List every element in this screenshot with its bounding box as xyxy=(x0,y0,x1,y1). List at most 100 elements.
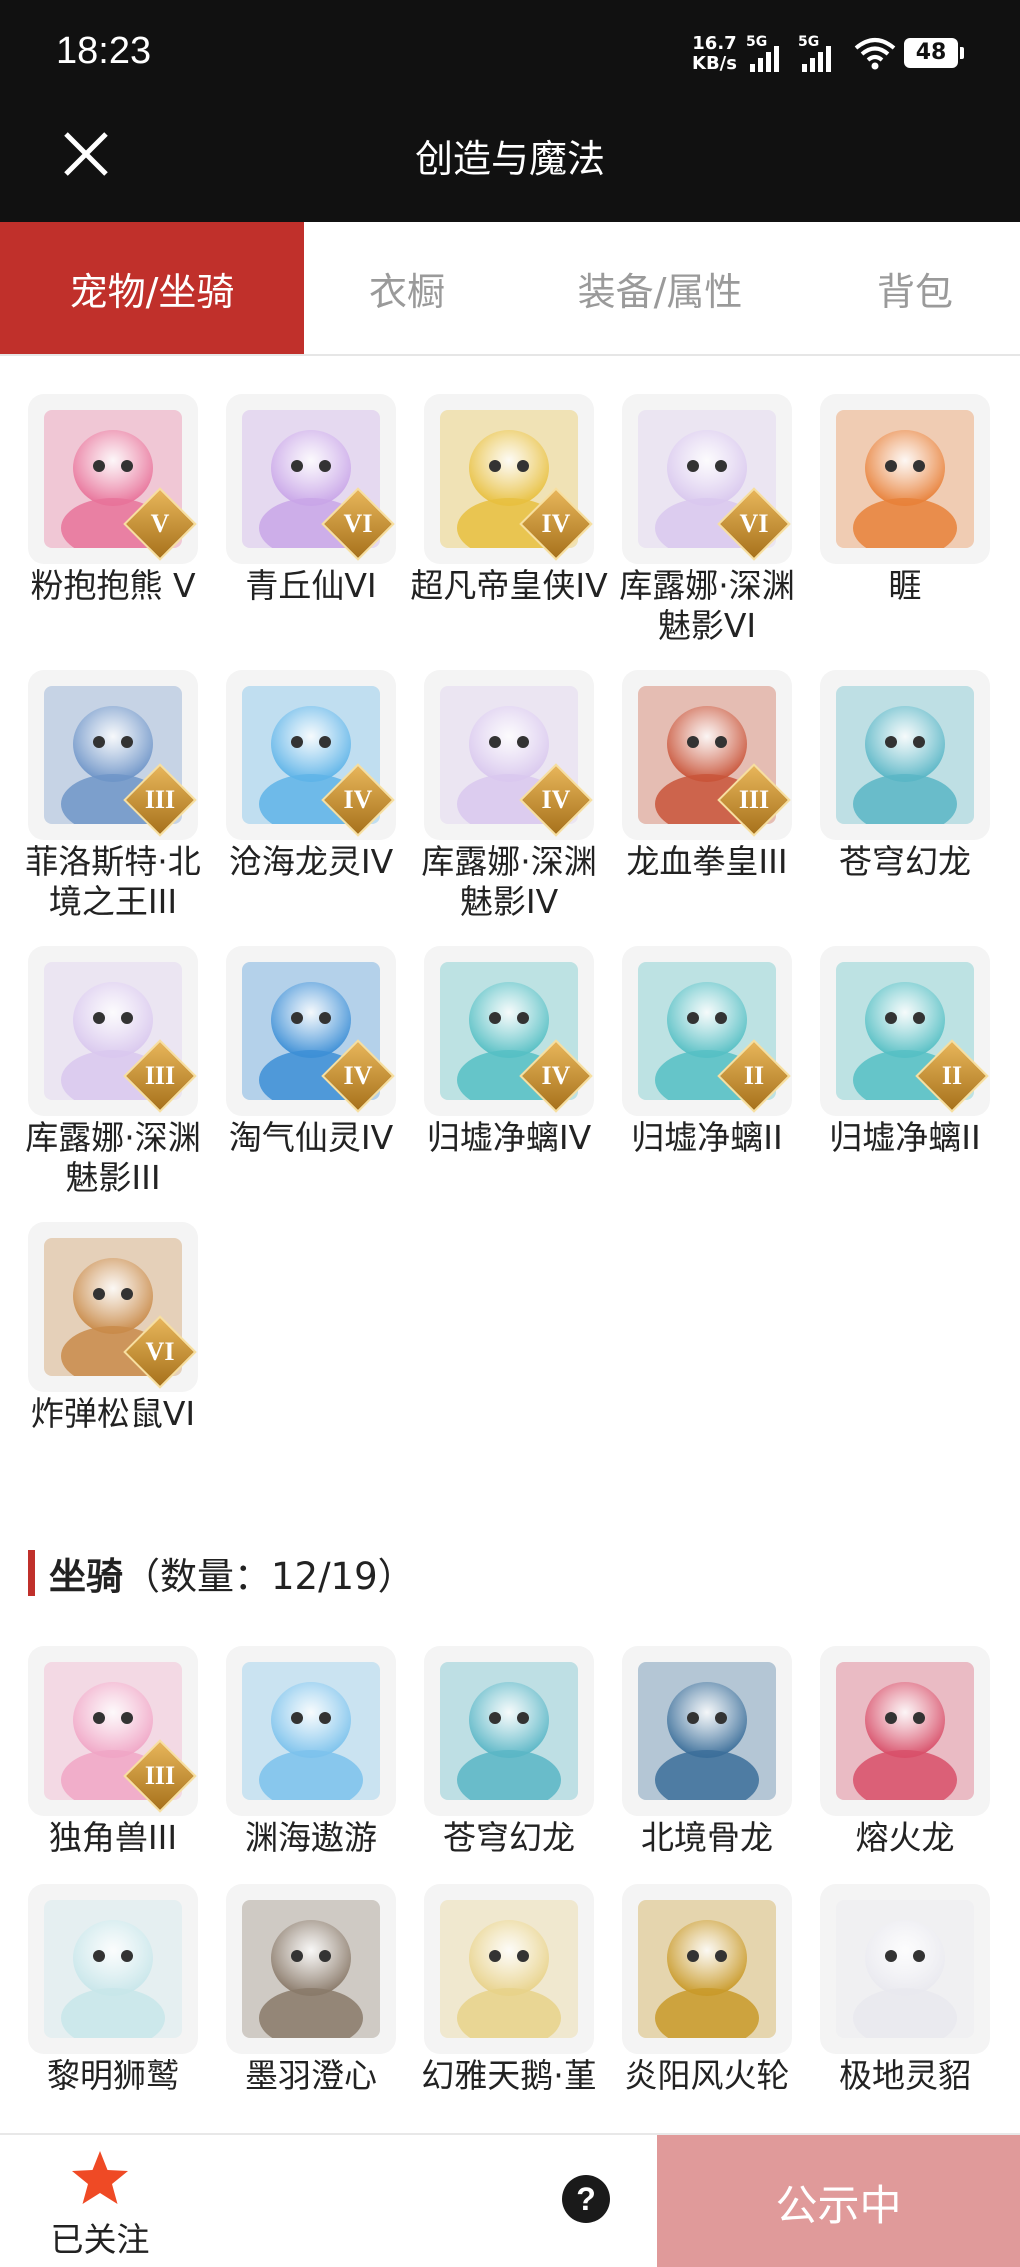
mount-name: 苍穹幻龙 xyxy=(443,1818,575,1857)
pet-name: 粉抱抱熊 V xyxy=(30,566,196,605)
mount-name: 炎阳风火轮 xyxy=(624,2056,790,2095)
pet-name: 归墟净螭II xyxy=(631,1118,783,1157)
mounts-section-header: 坐骑 （数量：12/19） xyxy=(28,1548,415,1598)
tab-equipment-attributes[interactable]: 装备/属性 xyxy=(510,222,810,354)
pet-card[interactable]: IV 库露娜·深渊魅影IV xyxy=(421,670,597,922)
status-time: 18:23 xyxy=(56,30,152,72)
pet-card[interactable]: III 菲洛斯特·北境之王III xyxy=(25,670,201,922)
pet-card[interactable]: IV 归墟净螭IV xyxy=(424,946,594,1158)
pet-name: 归墟净螭II xyxy=(829,1118,981,1157)
character-art-icon xyxy=(242,1662,380,1810)
pet-thumbnail: VI xyxy=(28,1222,198,1392)
tab-backpack[interactable]: 背包 xyxy=(810,222,1020,354)
mount-thumbnail xyxy=(226,1646,396,1816)
character-art-icon xyxy=(638,1900,776,2048)
pet-thumbnail: IV xyxy=(226,946,396,1116)
mount-name: 独角兽III xyxy=(48,1818,178,1857)
mount-card[interactable]: 苍穹幻龙 xyxy=(424,1646,594,1858)
mount-card[interactable]: 黎明狮鹫 xyxy=(28,1884,198,2096)
pet-name: 淘气仙灵IV xyxy=(228,1118,394,1157)
pet-card[interactable]: VI 炸弹松鼠VI xyxy=(28,1222,198,1434)
pet-thumbnail xyxy=(820,394,990,564)
pet-name: 菲洛斯特·北境之王III xyxy=(25,842,201,921)
network-rate-value: 16.7 xyxy=(692,33,737,54)
mount-card[interactable]: 熔火龙 xyxy=(820,1646,990,1858)
mount-thumbnail xyxy=(28,1884,198,2054)
mount-thumbnail: III xyxy=(28,1646,198,1816)
mount-name: 熔火龙 xyxy=(855,1818,955,1857)
pet-thumbnail: V xyxy=(28,394,198,564)
pet-card[interactable]: II 归墟净螭II xyxy=(820,946,990,1158)
mount-thumbnail xyxy=(424,1646,594,1816)
pet-thumbnail: II xyxy=(820,946,990,1116)
tier-badge-label: IV xyxy=(541,1061,571,1090)
mount-name: 渊海遨游 xyxy=(245,1818,377,1857)
mount-name: 北境骨龙 xyxy=(641,1818,773,1857)
pet-thumbnail: IV xyxy=(424,394,594,564)
mount-card[interactable]: 北境骨龙 xyxy=(622,1646,792,1858)
mount-thumbnail xyxy=(622,1646,792,1816)
pet-name: 沧海龙灵IV xyxy=(228,842,394,881)
tier-badge-label: VI xyxy=(739,509,769,538)
signal-icon: 5G xyxy=(798,34,838,72)
page-title: 创造与魔法 xyxy=(414,137,605,181)
star-icon xyxy=(72,2151,128,2204)
pet-name: 炸弹松鼠VI xyxy=(30,1394,196,1433)
character-art-icon xyxy=(836,1662,974,1810)
pet-thumbnail: III xyxy=(28,946,198,1116)
pet-card[interactable]: IV 沧海龙灵IV xyxy=(226,670,396,882)
pet-card[interactable]: IV 淘气仙灵IV xyxy=(226,946,396,1158)
pet-thumbnail: IV xyxy=(424,670,594,840)
battery-level: 48 xyxy=(915,40,947,65)
pet-card[interactable]: VI 青丘仙VI xyxy=(226,394,396,606)
character-art-icon xyxy=(638,1662,776,1810)
pet-name: 归墟净螭IV xyxy=(426,1118,592,1157)
pet-card[interactable]: VI 库露娜·深渊魅影VI xyxy=(619,394,795,646)
tier-badge-label: II xyxy=(743,1061,765,1090)
pet-name: 超凡帝皇侠IV xyxy=(410,566,608,605)
tier-badge-label: VI xyxy=(343,509,373,538)
pet-card[interactable]: II 归墟净螭II xyxy=(622,946,792,1158)
pet-name: 青丘仙VI xyxy=(245,566,377,605)
pet-name: 库露娜·深渊魅影IV xyxy=(421,842,597,921)
section-count: （数量：12/19） xyxy=(123,1555,415,1598)
pets-grid: V 粉抱抱熊 V VI 青丘仙VI IV 超凡帝皇侠IV VI 库露娜·深渊魅影VI 睚 III 菲… xyxy=(25,394,1020,1494)
tier-badge-label: III xyxy=(738,785,770,814)
pet-thumbnail: IV xyxy=(424,946,594,1116)
public-status-button[interactable]: 公示中 xyxy=(657,2135,1020,2267)
pet-card[interactable]: III 龙血拳皇III xyxy=(622,670,792,882)
tab-bar: 宠物/坐骑 衣橱 装备/属性 背包 xyxy=(0,222,1020,356)
title-bar: 创造与魔法 xyxy=(0,110,1020,222)
tab-wardrobe[interactable]: 衣橱 xyxy=(304,222,510,354)
sim2-label: 5G xyxy=(798,34,820,50)
follow-button[interactable]: 已关注 xyxy=(40,2149,160,2259)
follow-label: 已关注 xyxy=(50,2220,150,2259)
pet-card[interactable]: V 粉抱抱熊 V xyxy=(28,394,198,606)
tier-badge-label: III xyxy=(144,1061,176,1090)
mount-thumbnail xyxy=(820,1646,990,1816)
pet-card[interactable]: 睚 xyxy=(820,394,990,606)
signal-icon: 5G xyxy=(746,34,786,72)
pet-card[interactable]: 苍穹幻龙 xyxy=(820,670,990,882)
pet-name: 睚 xyxy=(888,566,922,605)
character-art-icon xyxy=(44,1900,182,2048)
pet-card[interactable]: III 库露娜·深渊魅影III xyxy=(25,946,201,1198)
network-rate-unit: KB/s xyxy=(692,53,737,74)
help-button[interactable]: ? xyxy=(562,2175,610,2223)
mount-card[interactable]: 墨羽澄心 xyxy=(226,1884,396,2096)
mount-name: 黎明狮鹫 xyxy=(47,2056,179,2095)
mount-card[interactable]: 幻雅天鹅·堇 xyxy=(421,1884,597,2096)
mount-card[interactable]: 极地灵貂 xyxy=(820,1884,990,2096)
mount-card[interactable]: 渊海遨游 xyxy=(226,1646,396,1858)
tier-badge-label: IV xyxy=(541,509,571,538)
tier-badge-label: III xyxy=(144,1761,176,1790)
pet-thumbnail: III xyxy=(28,670,198,840)
character-art-icon xyxy=(440,1662,578,1810)
tier-badge-label: II xyxy=(941,1061,963,1090)
mount-card[interactable]: III 独角兽III xyxy=(28,1646,198,1858)
bottom-bar: 已关注 ? 公示中 xyxy=(0,2133,1020,2267)
tab-pets-mounts[interactable]: 宠物/坐骑 xyxy=(0,222,304,354)
pet-card[interactable]: IV 超凡帝皇侠IV xyxy=(410,394,608,606)
pet-thumbnail: II xyxy=(622,946,792,1116)
mount-card[interactable]: 炎阳风火轮 xyxy=(622,1884,792,2096)
